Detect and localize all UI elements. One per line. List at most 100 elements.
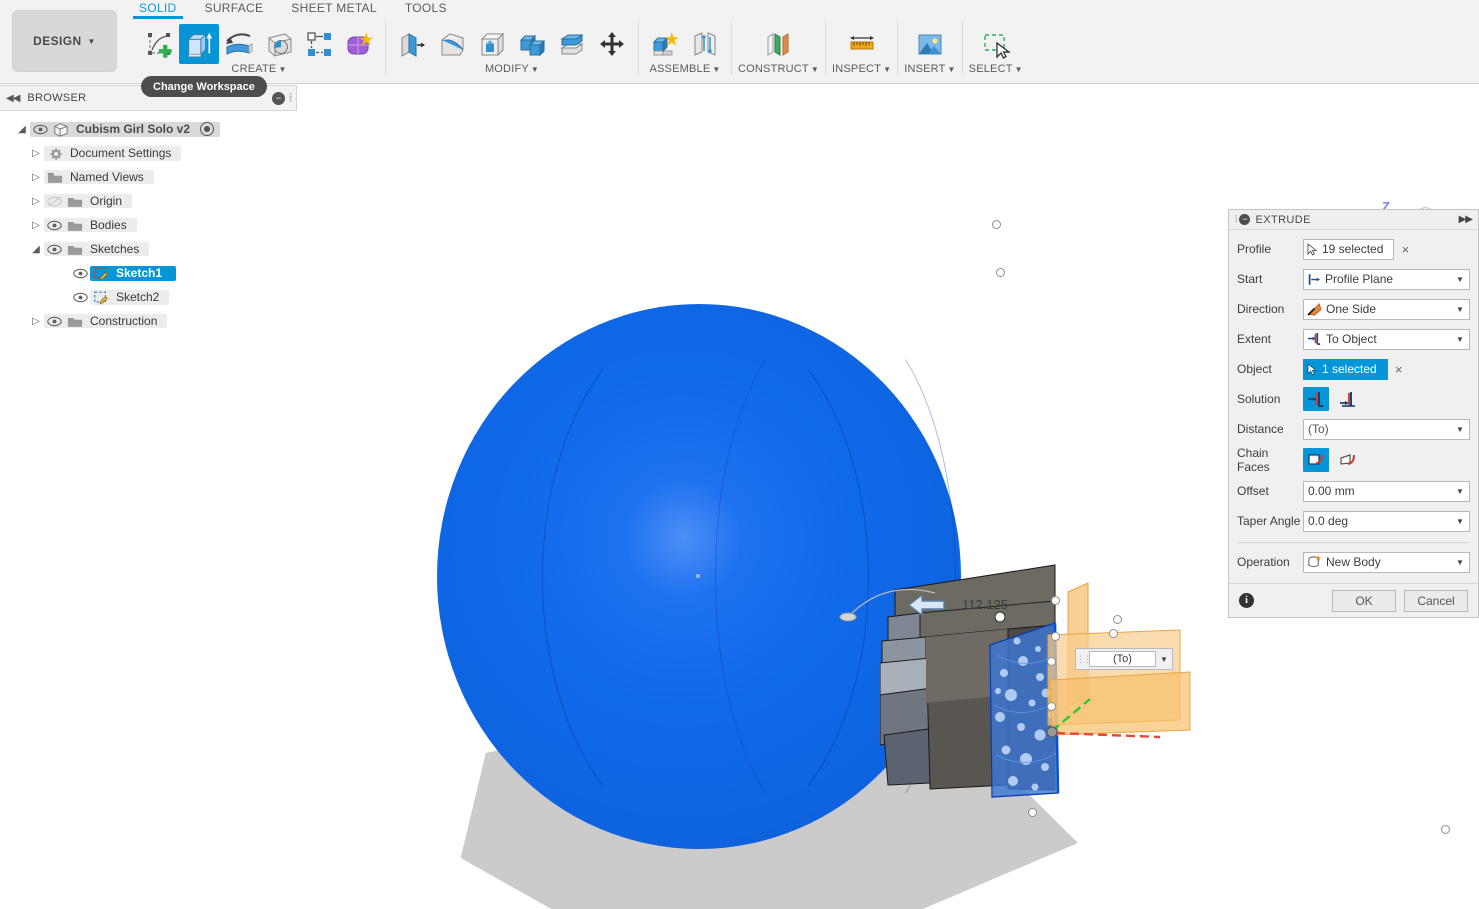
manipulator-handle[interactable]: [1051, 632, 1060, 641]
expander-collapsed-icon[interactable]: ▷: [28, 148, 44, 159]
tree-node-document-settings[interactable]: ▷ Document Settings: [0, 141, 297, 165]
sweep-button[interactable]: [259, 24, 299, 64]
visibility-eye-icon[interactable]: [44, 316, 64, 327]
chevron-down-icon[interactable]: ▼: [1453, 558, 1467, 567]
ribbon-group-label-insert[interactable]: INSERT ▼: [904, 63, 955, 75]
ribbon-group-label-modify[interactable]: MODIFY ▼: [485, 63, 539, 75]
joint-button[interactable]: [685, 24, 725, 64]
chevron-down-icon[interactable]: ▼: [1453, 305, 1467, 314]
fillet-button[interactable]: [432, 24, 472, 64]
chevron-down-icon[interactable]: ▼: [1453, 275, 1467, 284]
direction-select[interactable]: One Side ▼: [1303, 298, 1470, 320]
ribbon-group-label-inspect[interactable]: INSPECT ▼: [832, 63, 891, 75]
clear-object-selection-icon[interactable]: ×: [1388, 362, 1410, 377]
chain-faces-on-toggle[interactable]: [1303, 448, 1329, 472]
visibility-eye-icon[interactable]: [44, 244, 64, 255]
solution-extent-toggle[interactable]: [1303, 387, 1329, 411]
pattern-button[interactable]: [299, 24, 339, 64]
manipulator-handle[interactable]: [1051, 596, 1060, 605]
tab-surface[interactable]: SURFACE: [191, 0, 278, 17]
tree-node-sketches[interactable]: ◢ Sketches: [0, 237, 297, 261]
shell-button[interactable]: [472, 24, 512, 64]
extrude-direction-arrow-icon[interactable]: [904, 590, 950, 624]
manipulator-handle[interactable]: [1028, 808, 1037, 817]
extrude-dimension-label[interactable]: 112.125: [962, 597, 1008, 612]
manipulator-handle[interactable]: [1113, 615, 1122, 624]
ribbon-group-label-create[interactable]: CREATE ▼: [231, 63, 286, 75]
expander-expanded-icon[interactable]: ◢: [28, 244, 44, 255]
minimize-icon[interactable]: −: [1239, 214, 1251, 225]
extent-select[interactable]: To Object ▼: [1303, 328, 1470, 350]
offset-plane-button[interactable]: [758, 24, 798, 64]
minimize-icon[interactable]: −: [272, 91, 286, 105]
visibility-eye-icon[interactable]: [70, 268, 90, 279]
ribbon-group-label-construct[interactable]: CONSTRUCT ▼: [738, 63, 819, 75]
extrude-button[interactable]: [179, 24, 219, 64]
tab-tools[interactable]: TOOLS: [391, 0, 461, 17]
taper-angle-field[interactable]: 0.0 deg ▼: [1303, 510, 1470, 532]
chevron-down-icon[interactable]: ▼: [1453, 487, 1467, 496]
cancel-button[interactable]: Cancel: [1404, 589, 1468, 612]
activate-component-radio[interactable]: [200, 122, 215, 136]
canvas-distance-input[interactable]: ⋮⋮ (To) ▼: [1075, 648, 1173, 670]
expander-expanded-icon[interactable]: ◢: [14, 124, 30, 135]
insert-button[interactable]: [910, 24, 950, 64]
ribbon-group-label-assemble[interactable]: ASSEMBLE ▼: [649, 63, 720, 75]
chevron-down-icon[interactable]: ▼: [1453, 425, 1467, 434]
tree-node-origin[interactable]: ▷ Origin: [0, 189, 297, 213]
chevron-down-icon[interactable]: ▼: [1453, 335, 1467, 344]
press-pull-button[interactable]: [392, 24, 432, 64]
create-sketch-button[interactable]: [139, 24, 179, 64]
tree-node-bodies[interactable]: ▷ Bodies: [0, 213, 297, 237]
tree-node-sketch2[interactable]: Sketch2: [0, 285, 297, 309]
visibility-eye-icon[interactable]: [44, 220, 64, 231]
tree-node-sketch1[interactable]: Sketch1: [0, 261, 297, 285]
visibility-hidden-icon[interactable]: [44, 196, 64, 207]
tree-node-construction[interactable]: ▷ Construction: [0, 309, 297, 333]
expander-collapsed-icon[interactable]: ▷: [28, 172, 44, 183]
object-selection-button[interactable]: 1 selected: [1303, 358, 1388, 380]
revolve-button[interactable]: [219, 24, 259, 64]
new-component-button[interactable]: [645, 24, 685, 64]
canvas-distance-value[interactable]: (To): [1089, 651, 1156, 667]
drag-grip-icon[interactable]: ⋮⋮: [1076, 654, 1092, 665]
combine-button[interactable]: [512, 24, 552, 64]
tree-node-named-views[interactable]: ▷ Named Views: [0, 165, 297, 189]
chain-faces-off-toggle[interactable]: [1335, 448, 1361, 472]
manipulator-handle[interactable]: [996, 268, 1005, 277]
expander-collapsed-icon[interactable]: ▷: [28, 316, 44, 327]
tab-sheet-metal[interactable]: SHEET METAL: [277, 0, 391, 17]
info-icon[interactable]: i: [1239, 593, 1254, 608]
tree-node-root[interactable]: ◢ Cubism Girl Solo v2: [0, 117, 297, 141]
visibility-eye-icon[interactable]: [70, 292, 90, 303]
collapse-left-icon[interactable]: ◀◀: [6, 93, 20, 104]
manipulator-handle[interactable]: [1109, 629, 1118, 638]
split-face-button[interactable]: [552, 24, 592, 64]
manipulator-handle[interactable]: [1047, 702, 1056, 711]
measure-button[interactable]: [842, 24, 882, 64]
start-select[interactable]: Profile Plane ▼: [1303, 268, 1470, 290]
workspace-switcher-button[interactable]: DESIGN ▼: [12, 10, 117, 72]
chevron-down-icon[interactable]: ▼: [1453, 517, 1467, 526]
chevron-down-icon[interactable]: ▼: [1156, 655, 1172, 664]
manipulator-handle[interactable]: [1047, 657, 1056, 666]
create-form-button[interactable]: [339, 24, 379, 64]
operation-select[interactable]: New Body ▼: [1303, 551, 1470, 573]
tab-solid[interactable]: SOLID: [125, 0, 191, 19]
extrude-dialog-header[interactable]: ⦙⦙ − EXTRUDE ▶▶: [1229, 210, 1478, 230]
drag-grip-icon[interactable]: ⦙⦙: [289, 92, 292, 105]
ribbon-group-label-select[interactable]: SELECT ▼: [969, 63, 1023, 75]
visibility-eye-icon[interactable]: [30, 124, 50, 135]
distance-field[interactable]: (To) ▼: [1303, 418, 1470, 440]
move-copy-button[interactable]: [592, 24, 632, 64]
expand-right-icon[interactable]: ▶▶: [1459, 214, 1473, 225]
clear-profile-selection-icon[interactable]: ×: [1394, 242, 1416, 257]
expander-collapsed-icon[interactable]: ▷: [28, 196, 44, 207]
ok-button[interactable]: OK: [1332, 589, 1396, 612]
select-button[interactable]: [976, 24, 1016, 64]
offset-field[interactable]: 0.00 mm ▼: [1303, 480, 1470, 502]
solution-minimum-toggle[interactable]: [1335, 387, 1361, 411]
manipulator-handle[interactable]: [1441, 825, 1450, 834]
manipulator-handle[interactable]: [992, 220, 1001, 229]
profile-selection-button[interactable]: 19 selected: [1303, 238, 1395, 260]
